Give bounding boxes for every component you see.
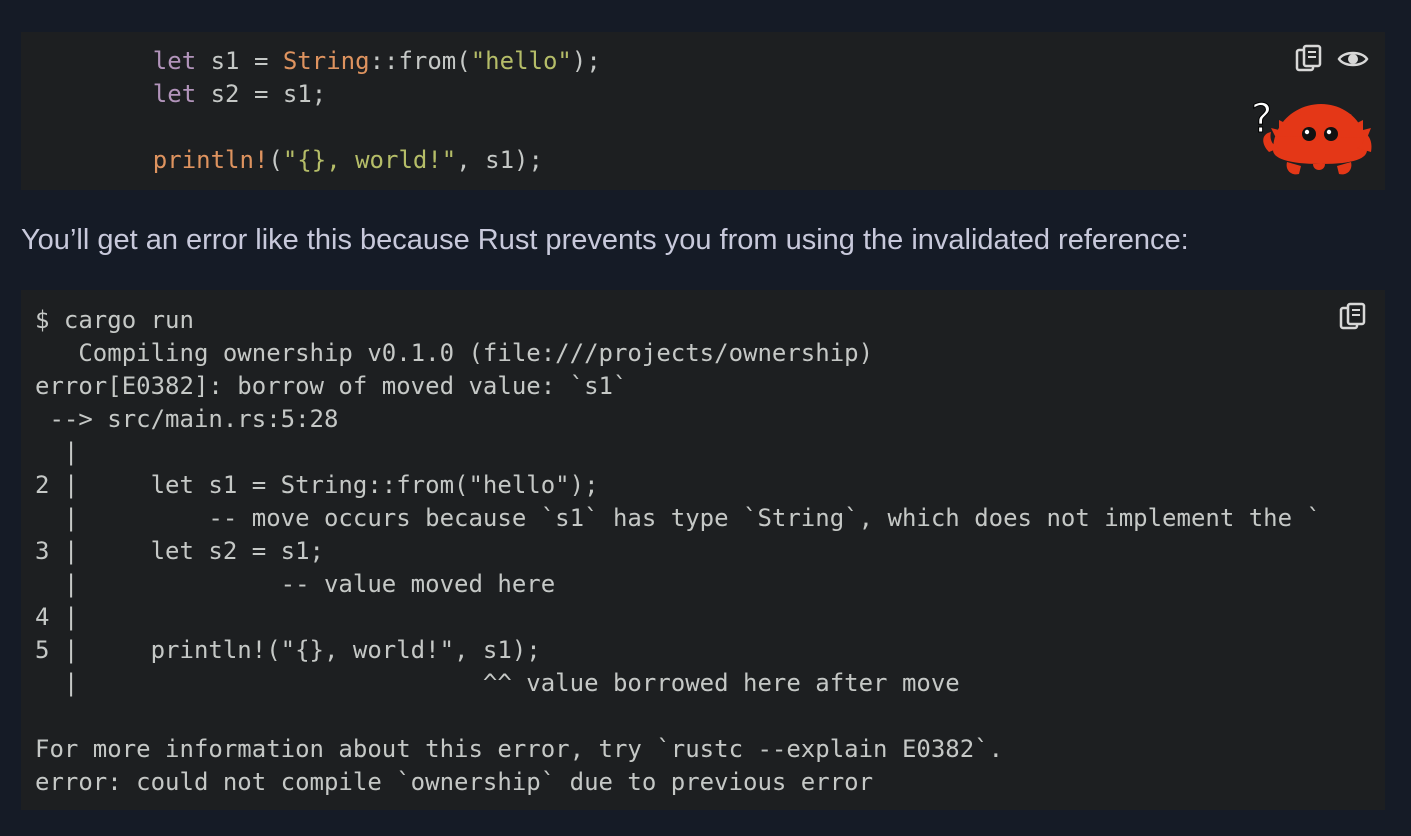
console-line: | -- move occurs because `s1` has type `… xyxy=(35,504,1321,532)
code-token-kw: let xyxy=(152,47,197,75)
console-line: 2 | let s1 = String::from("hello"); xyxy=(35,471,599,499)
console-line: $ cargo run xyxy=(35,306,194,334)
console-line: 3 | let s2 = s1; xyxy=(35,537,324,565)
console-line: error[E0382]: borrow of moved value: `s1… xyxy=(35,372,628,400)
copy-icon[interactable] xyxy=(1337,301,1369,333)
copy-icon[interactable] xyxy=(1293,43,1325,75)
console-line: Compiling ownership v0.1.0 (file:///proj… xyxy=(35,339,874,367)
console-line: error: could not compile `ownership` due… xyxy=(35,768,874,796)
explanation-paragraph: You’ll get an error like this because Ru… xyxy=(21,224,1189,256)
console-line: | ^^ value borrowed here after move xyxy=(35,669,960,697)
console-line: 5 | println!("{}, world!", s1); xyxy=(35,636,541,664)
code-token-kw: let xyxy=(152,80,197,108)
code-line: println!("{}, world!", s1); xyxy=(95,144,601,177)
code-example-block: let s1 = String::from("hello"); let s2 =… xyxy=(21,32,1385,190)
code-token-str: "hello" xyxy=(470,47,572,75)
code-line: let s2 = s1; xyxy=(95,78,601,111)
code-token: s2 = s1; xyxy=(196,80,327,108)
code-token-str: "{}, world!" xyxy=(282,146,457,174)
console-line: | xyxy=(35,438,79,466)
console-line: | -- value moved here xyxy=(35,570,556,598)
code-token-ty: String xyxy=(282,47,370,75)
book-page: let s1 = String::from("hello"); let s2 =… xyxy=(0,0,1411,836)
eye-icon[interactable] xyxy=(1337,43,1369,75)
code-token: ); xyxy=(571,47,601,75)
code-token: s1 = xyxy=(196,47,283,75)
console-output-block: $ cargo run Compiling ownership v0.1.0 (… xyxy=(21,290,1385,810)
console-line: 4 | xyxy=(35,603,79,631)
code-line: let s1 = String::from("hello"); xyxy=(95,45,601,78)
ferris-does-not-compile-icon: ? xyxy=(1251,96,1372,175)
code-token: ::from( xyxy=(369,47,471,75)
console-line: --> src/main.rs:5:28 xyxy=(35,405,339,433)
console-output: $ cargo run Compiling ownership v0.1.0 (… xyxy=(35,304,1321,799)
console-line: For more information about this error, t… xyxy=(35,735,1004,763)
code-listing: let s1 = String::from("hello"); let s2 =… xyxy=(95,45,601,177)
code-token: ( xyxy=(268,146,283,174)
code-token-mac: println! xyxy=(152,146,269,174)
code-token: , s1); xyxy=(456,146,543,174)
